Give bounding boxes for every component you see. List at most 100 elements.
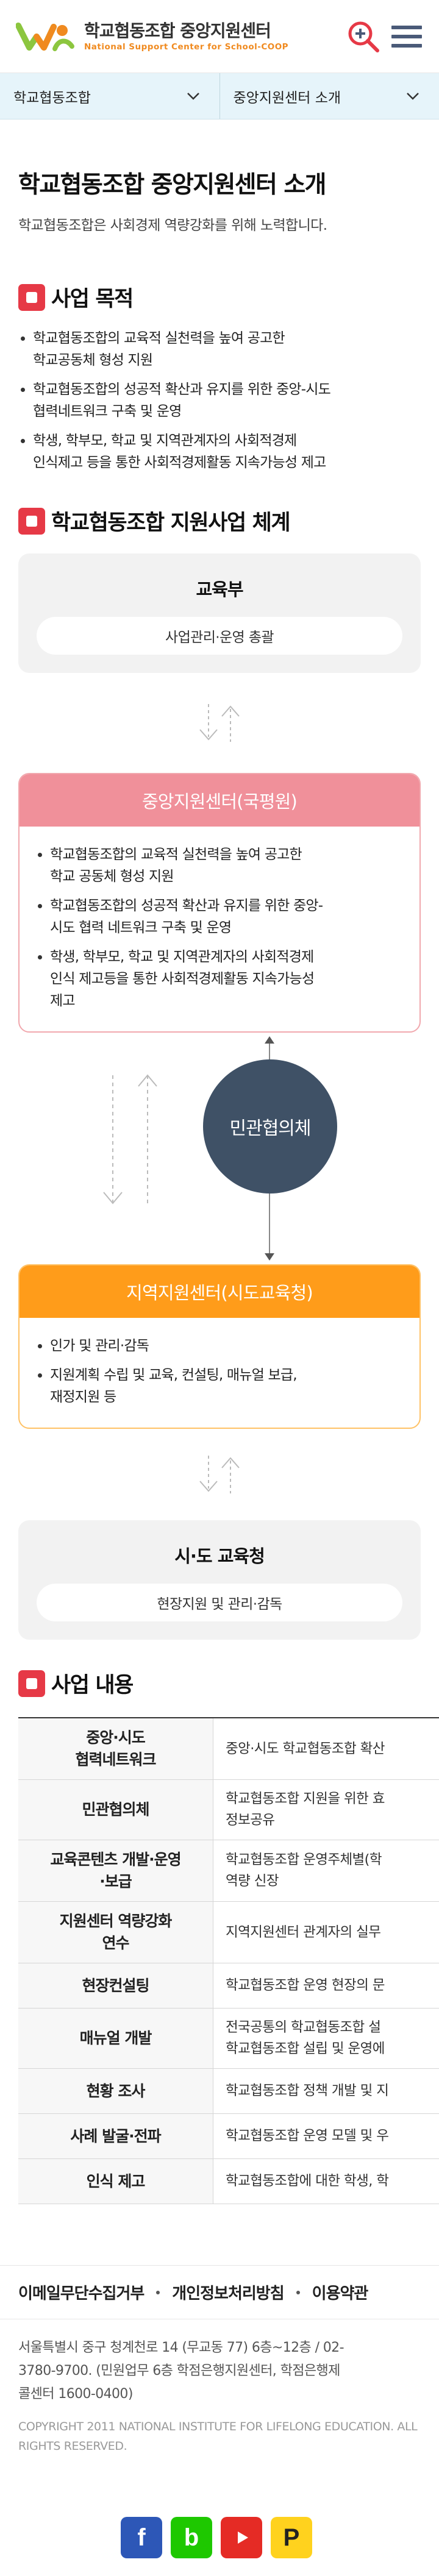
- table-key-text: 현황 조사: [86, 2082, 146, 2100]
- separator-dot: [156, 2290, 160, 2294]
- table-value-text: 학교협동조합에 대한 학생, 학: [226, 2173, 389, 2189]
- up-down-arrows-icon: [199, 1456, 240, 1493]
- table-value-text: 학교협동조합 정책 개발 및 지: [226, 2083, 389, 2099]
- table-key-text: 인식 제고: [86, 2172, 146, 2190]
- list-item-text: 학교협동조합의 교육적 실천력을 높여 공고한: [33, 330, 285, 346]
- council-connector: 민관협의체: [18, 1033, 421, 1264]
- list-item-text: 학교협동조합의 성공적 확산과 유지를 위한 중앙-: [50, 898, 323, 914]
- table-key-text: 중앙·시도: [86, 1729, 145, 1746]
- table-value: 중앙·시도 학교협동조합 확산: [213, 1718, 439, 1779]
- footer-link[interactable]: 개인정보처리방침: [172, 2281, 284, 2304]
- logo-subtitle: National Support Center for School-COOP: [84, 41, 289, 52]
- table-value: 학교협동조합에 대한 학생, 학: [213, 2159, 439, 2204]
- footer-copyright-line: RIGHTS RESERVED.: [18, 2439, 127, 2453]
- zoom-in-icon: [348, 21, 379, 52]
- table-value: 지역지원센터 관계자의 실무: [213, 1902, 439, 1963]
- table-value: 전국공통의 학교협동조합 설학교협동조합 설립 및 운영에: [213, 2008, 439, 2068]
- footer-link[interactable]: 이메일무단수집거부: [18, 2281, 145, 2304]
- list-item-text: 학생, 학부모, 학교 및 지역관계자의 사회적경제: [33, 433, 297, 449]
- list-item-text: 학교협동조합의 성공적 확산과 유지를 위한 중앙-시도: [33, 382, 331, 397]
- breadcrumb: 학교협동조합 중앙지원센터 소개: [0, 73, 439, 119]
- table-value: 학교협동조합 정책 개발 및 지: [213, 2069, 439, 2113]
- footer-address-line: 콜센터 1600-0400): [18, 2386, 133, 2402]
- menu-icon: [391, 25, 422, 29]
- table-row[interactable]: 민관협의체 학교협동조합 지원을 위한 효 정보공유: [18, 1780, 439, 1840]
- list-item-text: 지원계획 수립 및 교육, 컨설팅, 매뉴얼 보급,: [50, 1367, 298, 1383]
- list-item: 인가 및 관리·감독: [35, 1335, 404, 1357]
- table-key: 지원센터 역량강화 연수: [18, 1902, 213, 1963]
- list-item: 지원계획 수립 및 교육, 컨설팅, 매뉴얼 보급, 재정지원 등: [35, 1364, 404, 1408]
- menu-button[interactable]: [391, 21, 422, 52]
- purpose-heading: 사업 목적: [18, 282, 421, 313]
- table-value-text: 지역지원센터 관계자의 실무: [226, 1924, 381, 1940]
- table-row[interactable]: 인식 제고 학교협동조합에 대한 학생, 학: [18, 2159, 439, 2204]
- list-item: 학생, 학부모, 학교 및 지역관계자의 사회적경제인식제고 등을 통한 사회적…: [18, 430, 421, 474]
- structure-diagram: 교육부 사업관리·운영 총괄 중앙지원센터(국평원) 학교협동조합의 교육적 실…: [18, 553, 421, 1640]
- table-value-text: 학교협동조합 지원을 위한 효: [226, 1791, 385, 1807]
- footer-address: 서울특별시 중구 청계천로 14 (무교동 77) 6층~12층 / 02- 37…: [0, 2319, 439, 2406]
- purpose-list: 학교협동조합의 교육적 실천력을 높여 공고한학교공동체 형성 지원학교협동조합…: [18, 327, 421, 474]
- chevron-down-icon: [187, 93, 199, 100]
- list-item-text: 학생, 학부모, 학교 및 지역관계자의 사회적경제: [50, 949, 314, 965]
- table-key: 민관협의체: [18, 1780, 213, 1840]
- business-title: 사업 내용: [51, 1673, 134, 1698]
- breadcrumb-level1-select[interactable]: 학교협동조합: [0, 73, 220, 119]
- table-row[interactable]: 교육콘텐츠 개발·운영 ·보급 학교협동조합 운영주체별(학 역량 신장: [18, 1840, 439, 1902]
- flow-arrows: [18, 673, 421, 773]
- table-row[interactable]: 지원센터 역량강화 연수 지역지원센터 관계자의 실무: [18, 1902, 439, 1963]
- table-key: 인식 제고: [18, 2159, 213, 2204]
- site-logo[interactable]: 학교협동조합 중앙지원센터 National Support Center fo…: [16, 18, 288, 55]
- provincial-office-role: 현장지원 및 관리·감독: [37, 1584, 402, 1621]
- table-value-text: 학교협동조합 설립 및 운영에: [226, 2041, 385, 2057]
- regional-center-list: 인가 및 관리·감독지원계획 수립 및 교육, 컨설팅, 매뉴얼 보급, 재정지원…: [35, 1335, 404, 1408]
- table-key-text: 현장컨설팅: [82, 1976, 149, 1994]
- table-value-text: 전국공통의 학교협동조합 설: [226, 2019, 381, 2035]
- table-row[interactable]: 매뉴얼 개발 전국공통의 학교협동조합 설학교협동조합 설립 및 운영에: [18, 2008, 439, 2069]
- footer-link[interactable]: 이용약관: [312, 2281, 369, 2304]
- breadcrumb-level2-label: 중앙지원센터 소개: [233, 90, 341, 106]
- section-bullet-icon: [18, 283, 45, 311]
- table-value-text: 중앙·시도 학교협동조합 확산: [226, 1740, 385, 1757]
- footer-address-line: 3780-9700. (민원업무 6층 학점은행지원센터, 학점은행제: [18, 2363, 340, 2379]
- ministry-role: 사업관리·운영 총괄: [37, 617, 402, 655]
- footer-links: 이메일무단수집거부 개인정보처리방침 이용약관: [0, 2266, 439, 2319]
- table-row[interactable]: 사례 발굴·전파 학교협동조합 운영 모델 및 우: [18, 2114, 439, 2159]
- list-item-text: 학교공동체 형성 지원: [33, 352, 153, 368]
- table-key: 사례 발굴·전파: [18, 2114, 213, 2158]
- structure-heading: 학교협동조합 지원사업 체계: [18, 505, 421, 536]
- zoom-in-button[interactable]: [346, 20, 380, 54]
- regional-center-title: 지역지원센터(시도교육청): [20, 1265, 419, 1318]
- table-key-text: 연수: [102, 1934, 129, 1952]
- up-down-arrows-icon: [199, 704, 240, 742]
- table-row[interactable]: 중앙·시도 협력네트워크 중앙·시도 학교협동조합 확산: [18, 1718, 439, 1780]
- blog-icon[interactable]: b: [171, 2517, 212, 2558]
- list-item-text: 인식제고 등을 통한 사회적경제활동 지속가능성 제고: [33, 455, 326, 471]
- table-key-text: ·보급: [99, 1873, 132, 1890]
- ministry-box: 교육부 사업관리·운영 총괄: [18, 553, 421, 673]
- table-row[interactable]: 현황 조사 학교협동조합 정책 개발 및 지: [18, 2069, 439, 2114]
- table-value-text: 학교협동조합 운영 모델 및 우: [226, 2128, 389, 2144]
- footer-copyright: COPYRIGHT 2011 NATIONAL INSTITUTE FOR LI…: [0, 2406, 439, 2456]
- table-value: 학교협동조합 운영 현장의 문: [213, 1963, 439, 2008]
- business-heading: 사업 내용: [18, 1668, 421, 1699]
- table-value-text: 정보공유: [226, 1812, 275, 1828]
- youtube-icon[interactable]: [221, 2517, 262, 2558]
- list-item-text: 협력네트워크 구축 및 운영: [33, 404, 182, 419]
- table-row[interactable]: 현장컨설팅 학교협동조합 운영 현장의 문: [18, 1963, 439, 2008]
- breadcrumb-level2-select[interactable]: 중앙지원센터 소개: [219, 73, 439, 119]
- table-key: 현장컨설팅: [18, 1963, 213, 2008]
- table-value: 학교협동조합 지원을 위한 효정보공유: [213, 1780, 439, 1840]
- central-center-title: 중앙지원센터(국평원): [20, 774, 419, 827]
- list-item-text: 인가 및 관리·감독: [50, 1338, 149, 1354]
- table-key: 교육콘텐츠 개발·운영 ·보급: [18, 1840, 213, 1901]
- post-icon[interactable]: P: [271, 2517, 312, 2558]
- list-item-text: 학교협동조합의 교육적 실천력을 높여 공고한: [50, 847, 302, 863]
- table-key-text: 매뉴얼 개발: [79, 2029, 152, 2047]
- provincial-office-title: 시·도 교육청: [174, 1546, 265, 1567]
- table-value: 학교협동조합 운영주체별(학 역량 신장: [213, 1840, 439, 1901]
- facebook-icon[interactable]: f: [121, 2517, 162, 2558]
- page-title: 학교협동조합 중앙지원센터 소개: [18, 171, 326, 199]
- table-key: 현황 조사: [18, 2069, 213, 2113]
- business-table[interactable]: 중앙·시도 협력네트워크 중앙·시도 학교협동조합 확산 민관협의체 학교협동조합 지원…: [18, 1717, 439, 2204]
- logo-mark-icon: [16, 22, 74, 51]
